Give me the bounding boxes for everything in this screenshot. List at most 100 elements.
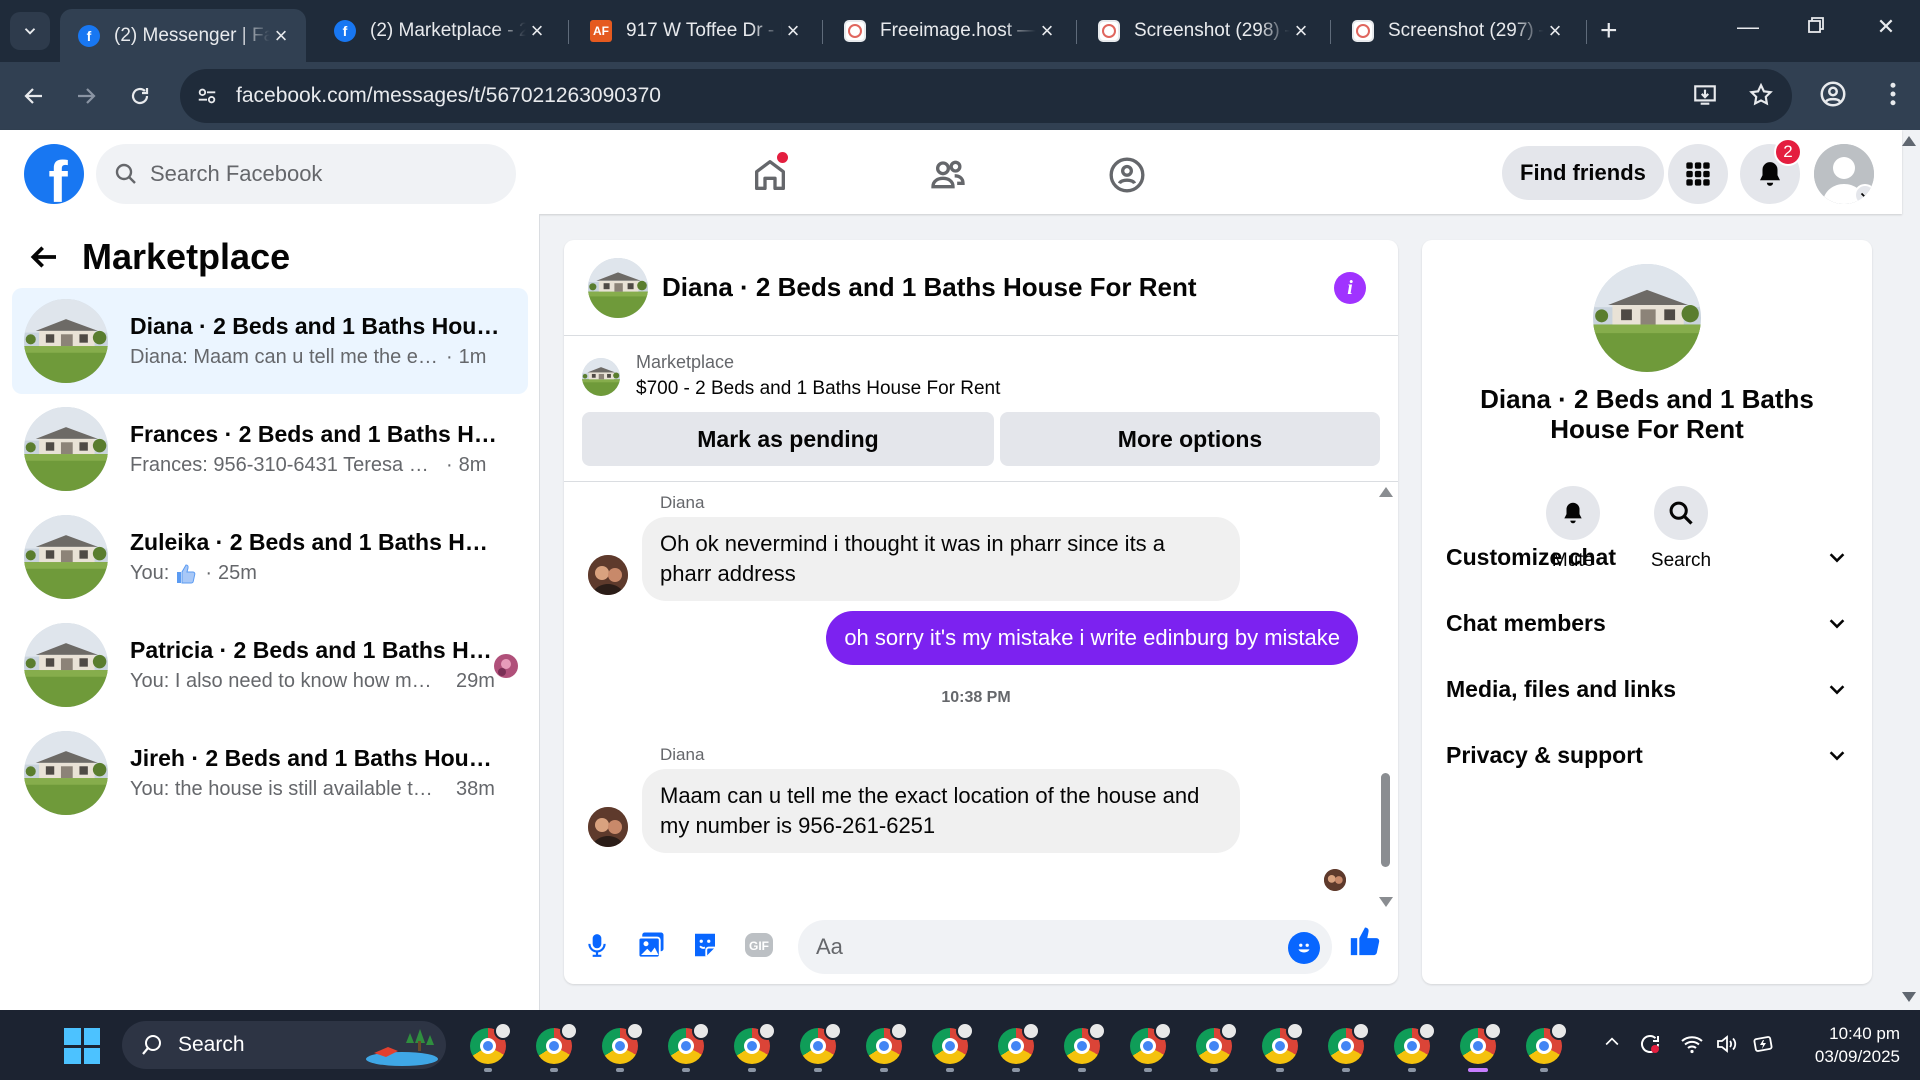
taskbar-search[interactable]: Search [122,1021,446,1069]
facebook-search[interactable] [96,144,516,204]
browser-toolbar: facebook.com/messages/t/567021263090370 [0,62,1920,130]
account-avatar-button[interactable] [1814,144,1874,204]
chrome-taskbar-icon[interactable] [932,1022,974,1072]
incoming-message[interactable]: Maam can u tell me the exact location of… [642,769,1240,853]
conversation-item[interactable]: Diana · 2 Beds and 1 Baths House For Ren… [12,288,528,394]
info-icon[interactable]: i [1334,272,1366,304]
bookmark-star-icon[interactable] [1748,82,1774,108]
chrome-taskbar-icon[interactable] [668,1022,710,1072]
listing-thumbnail[interactable] [1593,264,1701,372]
message-scrollbar[interactable] [1378,483,1393,907]
conversation-item[interactable]: Frances · 2 Beds and 1 Baths House For R… [12,396,528,502]
new-tab-button[interactable]: + [1600,16,1618,46]
chrome-taskbar-icon[interactable] [998,1022,1040,1072]
facebook-logo[interactable]: f [24,144,84,204]
scroll-up-arrow[interactable] [1379,487,1393,497]
chrome-taskbar-icon[interactable] [602,1022,644,1072]
chrome-taskbar-icon[interactable] [1262,1022,1304,1072]
volume-icon[interactable] [1714,1032,1740,1061]
address-bar[interactable]: facebook.com/messages/t/567021263090370 [180,69,1792,123]
message-input-box[interactable] [798,920,1332,974]
photo-icon[interactable] [634,928,668,962]
chrome-taskbar-icon[interactable] [1196,1022,1238,1072]
chrome-taskbar-icon[interactable] [1064,1022,1106,1072]
home-nav-button[interactable] [746,152,794,198]
mark-as-pending-button[interactable]: Mark as pending [582,412,994,466]
friends-nav-button[interactable] [924,152,972,198]
scrollbar-thumb[interactable] [1381,773,1390,867]
sync-icon[interactable] [1638,1032,1662,1061]
like-send-icon[interactable] [1348,924,1382,958]
media-files-links-section[interactable]: Media, files and links [1446,664,1848,714]
tray-overflow-chevron-icon[interactable] [1602,1032,1622,1057]
chrome-taskbar-icon[interactable] [866,1022,908,1072]
find-friends-button[interactable]: Find friends [1502,146,1664,200]
wifi-icon[interactable] [1680,1032,1704,1061]
outgoing-message[interactable]: oh sorry it's my mistake i write edinbur… [826,611,1358,665]
conversation-time: 8m [458,454,487,476]
chrome-taskbar-icon[interactable] [800,1022,842,1072]
page-scroll-down-arrow[interactable] [1902,992,1916,1002]
tab-search-button[interactable] [10,12,50,50]
conversation-item[interactable]: Jireh · 2 Beds and 1 Baths House For Ren… [12,720,528,826]
close-tab-icon[interactable]: × [782,18,804,44]
close-tab-icon[interactable]: × [526,18,548,44]
groups-nav-button[interactable] [1103,152,1151,198]
message-input[interactable] [816,934,1256,960]
chrome-taskbar-icon-active[interactable] [1460,1022,1502,1072]
read-receipt-avatar [1324,869,1346,891]
browser-tab-freeimage[interactable]: Freeimage.host — Uploaded × [826,9,1072,53]
close-tab-icon[interactable]: × [1290,18,1312,44]
more-options-button[interactable]: More options [1000,412,1380,466]
chrome-taskbar-icon[interactable] [536,1022,578,1072]
close-tab-icon[interactable]: × [1544,18,1566,44]
incoming-message[interactable]: Oh ok nevermind i thought it was in phar… [642,517,1240,601]
gif-icon[interactable]: GIF [742,928,776,962]
listing-thumbnail[interactable] [582,358,620,396]
emoji-icon[interactable] [1288,932,1320,964]
chrome-taskbar-icon[interactable] [1526,1022,1568,1072]
site-info-icon[interactable] [180,69,234,123]
chat-title[interactable]: Diana · 2 Beds and 1 Baths House For Ren… [662,272,1197,303]
chrome-taskbar-icon[interactable] [1394,1022,1436,1072]
close-tab-icon[interactable]: × [270,23,292,49]
battery-icon[interactable] [1750,1032,1776,1061]
chrome-taskbar-icon[interactable] [1328,1022,1370,1072]
install-app-icon[interactable] [1692,82,1718,108]
listing-price-title[interactable]: $700 - 2 Beds and 1 Baths House For Rent [636,378,1000,400]
customize-chat-section[interactable]: Customize chat [1446,532,1848,582]
conversation-item[interactable]: Zuleika · 2 Beds and 1 Baths House For R… [12,504,528,610]
notifications-button[interactable]: 2 [1740,138,1802,204]
close-window-button[interactable]: ✕ [1866,14,1906,40]
browser-tab-messenger[interactable]: f (2) Messenger | Facebook × [60,9,306,62]
chrome-taskbar-icon[interactable] [734,1022,776,1072]
privacy-support-section[interactable]: Privacy & support [1446,730,1848,780]
forward-button[interactable] [70,80,102,112]
menu-button[interactable] [1668,144,1728,204]
scroll-down-arrow[interactable] [1379,897,1393,907]
system-clock[interactable]: 10:40 pm 03/09/2025 [1780,1022,1900,1068]
browser-menu-icon[interactable] [1878,79,1908,114]
browser-tab-screenshot-298[interactable]: Screenshot (298) — Free × [1080,9,1326,53]
restore-window-button[interactable] [1796,14,1836,40]
chat-pane: Diana · 2 Beds and 1 Baths House For Ren… [564,240,1398,984]
browser-tab-marketplace[interactable]: f (2) Marketplace - 2 Beds × [316,9,562,53]
browser-profile-icon[interactable] [1818,79,1848,114]
microphone-icon[interactable] [580,928,614,962]
chrome-taskbar-icon[interactable] [470,1022,512,1072]
close-tab-icon[interactable]: × [1036,18,1058,44]
conversation-item[interactable]: Patricia · 2 Beds and 1 Baths House For … [12,612,528,718]
minimize-window-button[interactable]: — [1728,14,1768,40]
sticker-icon[interactable] [688,928,722,962]
back-button[interactable] [18,80,50,112]
reload-button[interactable] [124,80,156,112]
listing-thumbnail[interactable] [588,258,648,318]
browser-tab-screenshot-297[interactable]: Screenshot (297) — Free × [1334,9,1580,53]
search-input[interactable] [150,161,470,187]
windows-start-icon[interactable] [64,1028,100,1064]
back-arrow-icon[interactable] [28,241,60,273]
chrome-taskbar-icon[interactable] [1130,1022,1172,1072]
chat-members-section[interactable]: Chat members [1446,598,1848,648]
browser-tab-toffee[interactable]: AF 917 W Toffee Dr - Ed × [572,9,818,53]
page-scroll-up-arrow[interactable] [1902,136,1916,146]
